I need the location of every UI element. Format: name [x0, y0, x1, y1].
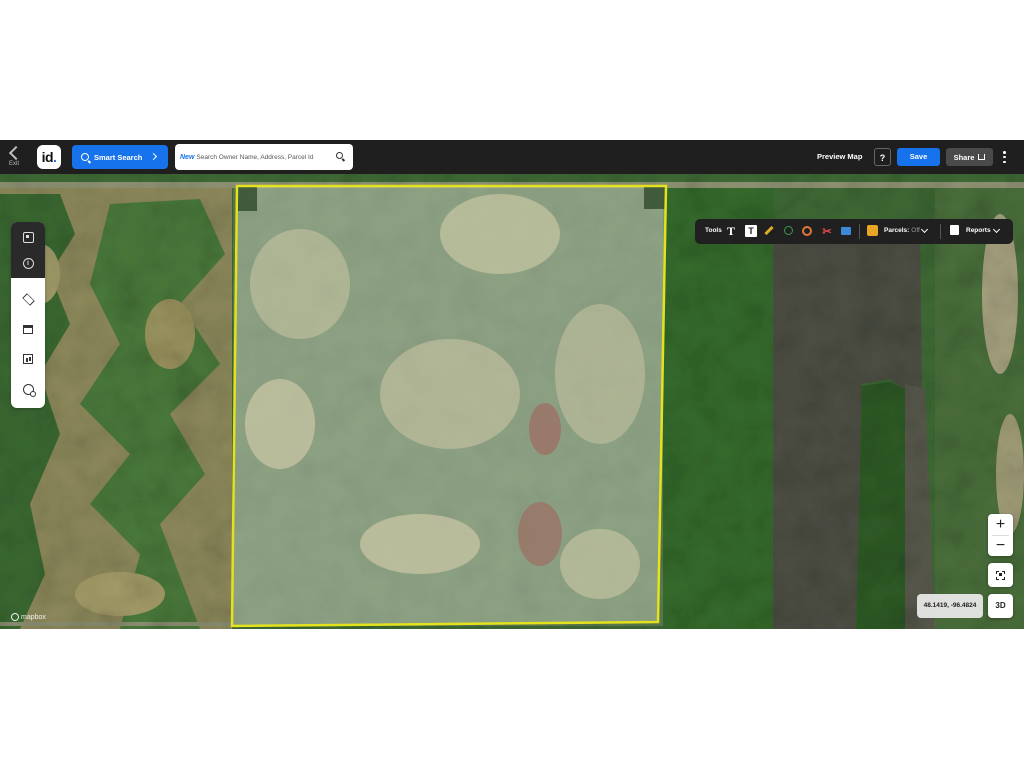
- parcels-state: Off: [911, 227, 920, 234]
- tools-label: Tools: [705, 227, 722, 234]
- three-d-button[interactable]: 3D: [988, 594, 1013, 618]
- chevron-down-icon[interactable]: [992, 225, 1001, 234]
- more-menu-icon[interactable]: [1003, 151, 1007, 163]
- parcels-icon[interactable]: [867, 225, 878, 236]
- text-tool-icon[interactable]: T: [725, 224, 737, 238]
- share-label: Share: [953, 152, 975, 162]
- location-search-button[interactable]: [11, 374, 45, 404]
- mapbox-attribution[interactable]: mapbox: [11, 613, 46, 621]
- exit-button[interactable]: Exit: [4, 145, 24, 172]
- logo-text: id: [41, 149, 54, 165]
- panel-icon: [22, 231, 34, 243]
- building-icon: [23, 324, 33, 334]
- search-submit-icon[interactable]: [336, 152, 343, 159]
- app-logo[interactable]: id.: [37, 145, 61, 169]
- tools-toolbar: Tools T T ✂ Parcels: Off Reports: [695, 219, 1013, 244]
- measure-tool-icon[interactable]: [764, 225, 774, 236]
- mapbox-logo-icon: [11, 613, 19, 621]
- info-icon: i: [22, 257, 34, 269]
- logo-dot: .: [53, 149, 57, 165]
- globe-tool-icon[interactable]: [784, 226, 793, 235]
- mapbox-label: mapbox: [21, 613, 46, 621]
- info-button[interactable]: i: [11, 248, 45, 278]
- reports-icon[interactable]: [950, 225, 959, 235]
- parcels-label: Parcels:: [884, 227, 910, 234]
- share-button[interactable]: Share: [946, 148, 993, 166]
- toolbar-divider: [859, 224, 860, 239]
- search-icon: [81, 153, 89, 161]
- reports-button[interactable]: Reports: [966, 227, 991, 234]
- preview-map-button[interactable]: Preview Map: [817, 152, 862, 161]
- coordinates-readout: 48.1419, -96.4824: [917, 594, 983, 618]
- chevron-left-icon: [8, 145, 24, 161]
- smart-search-label: Smart Search: [94, 152, 143, 162]
- fit-bounds-button[interactable]: [988, 563, 1013, 587]
- print-icon[interactable]: [841, 227, 851, 235]
- map-canvas[interactable]: i Tools T T ✂ Parcels: Off Reports + − 4…: [0, 174, 1024, 629]
- left-tool-panel: i: [11, 222, 45, 408]
- save-button[interactable]: Save: [897, 148, 940, 166]
- data-button[interactable]: [11, 344, 45, 374]
- top-bar: Exit id. Smart Search New Preview Map ? …: [0, 140, 1024, 174]
- share-icon: [978, 154, 986, 160]
- smart-search-button[interactable]: Smart Search: [72, 145, 168, 169]
- app-window: Exit id. Smart Search New Preview Map ? …: [0, 140, 1024, 629]
- toolbar-divider: [940, 224, 941, 239]
- help-button[interactable]: ?: [874, 148, 891, 166]
- search-input[interactable]: [196, 153, 337, 161]
- search-box[interactable]: New: [175, 144, 353, 170]
- zoom-out-button[interactable]: −: [988, 535, 1013, 556]
- text-box-tool-icon[interactable]: T: [745, 225, 757, 237]
- layers-button[interactable]: [11, 284, 45, 314]
- buildings-button[interactable]: [11, 314, 45, 344]
- buffer-tool-icon[interactable]: [802, 226, 812, 236]
- chevron-right-icon: [149, 152, 158, 161]
- exit-label: Exit: [8, 161, 19, 167]
- parcels-toggle[interactable]: Parcels: Off: [884, 227, 920, 234]
- map-pin-search-icon: [22, 383, 36, 397]
- new-badge: New: [180, 153, 195, 161]
- zoom-in-button[interactable]: +: [988, 514, 1013, 535]
- zoom-control: + −: [988, 514, 1013, 556]
- chevron-down-icon[interactable]: [920, 225, 929, 234]
- scissors-icon[interactable]: ✂: [821, 225, 833, 238]
- focus-icon: [996, 570, 1005, 580]
- layers-icon: [21, 292, 35, 306]
- chart-icon: [23, 354, 33, 364]
